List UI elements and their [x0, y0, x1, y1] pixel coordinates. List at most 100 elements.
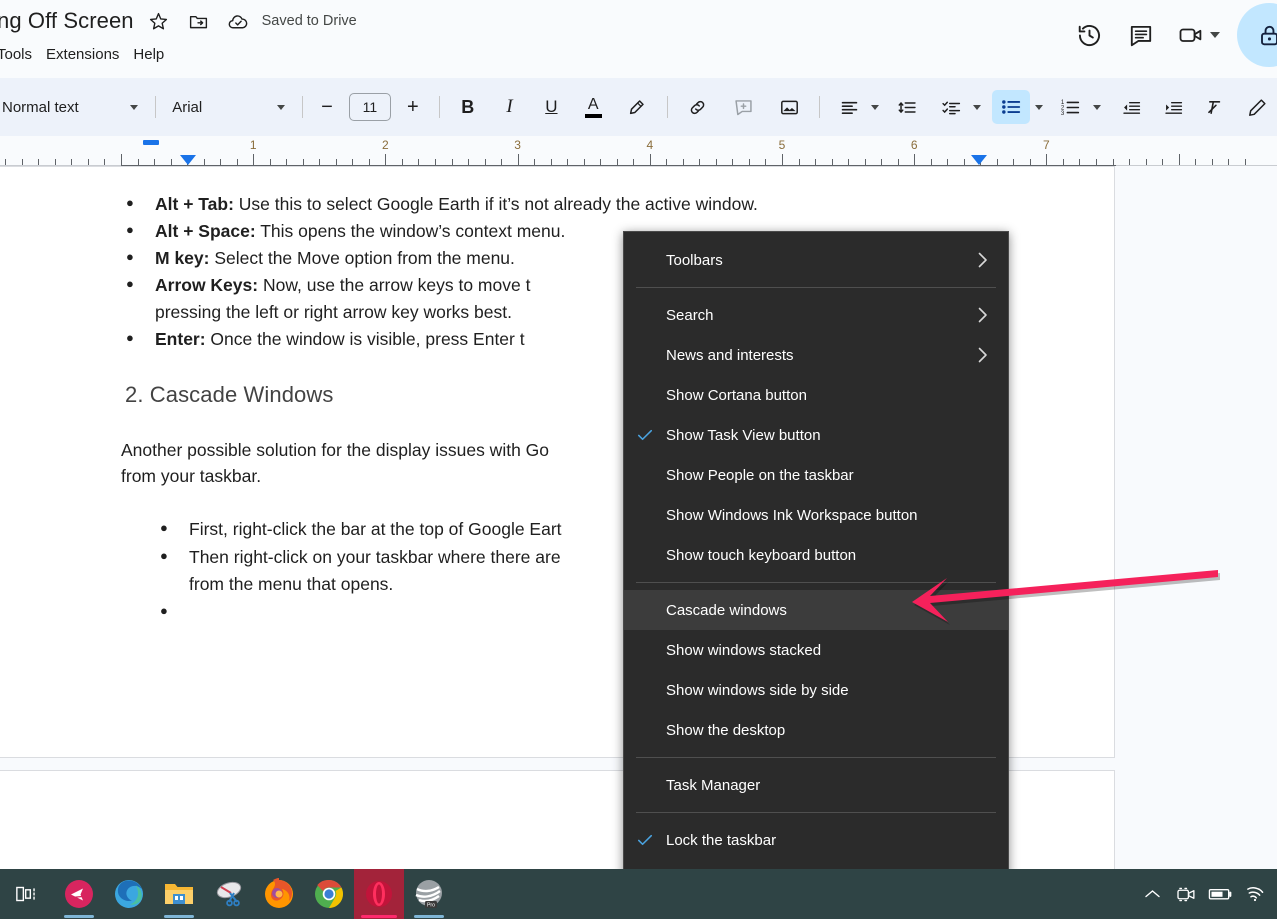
- chevron-down-icon: [130, 104, 139, 110]
- ruler-major-tick: [914, 154, 915, 165]
- show-hidden-icons-chevron[interactable]: [1135, 869, 1169, 919]
- google-earth-pro-icon[interactable]: Pro: [404, 869, 454, 919]
- google-chrome-icon[interactable]: [304, 869, 354, 919]
- chevron-down-icon[interactable]: [1092, 104, 1101, 110]
- cloud-saved-icon[interactable]: [224, 6, 254, 36]
- task-view-button[interactable]: [2, 869, 54, 919]
- bulleted-list-button[interactable]: [992, 90, 1030, 124]
- context-menu-item[interactable]: Show windows stacked: [624, 630, 1008, 670]
- context-menu-item[interactable]: Show Windows Ink Workspace button: [624, 495, 1008, 535]
- checklist-button[interactable]: [934, 90, 968, 124]
- ruler-minor-tick: [947, 159, 948, 165]
- video-camera-icon[interactable]: [1178, 20, 1220, 50]
- clear-formatting-button[interactable]: [1197, 90, 1233, 124]
- left-indent-marker[interactable]: [180, 155, 196, 165]
- right-indent-marker[interactable]: [971, 155, 987, 165]
- context-menu-item[interactable]: Show Cortana button: [624, 375, 1008, 415]
- context-menu-item[interactable]: Show touch keyboard button: [624, 535, 1008, 575]
- ruler-minor-tick: [418, 159, 419, 165]
- toolbar-divider: [155, 96, 157, 118]
- comment-icon[interactable]: [1126, 20, 1156, 50]
- ruler-minor-tick: [848, 159, 849, 165]
- menu-help[interactable]: Help: [126, 43, 171, 66]
- chevron-down-icon[interactable]: [1210, 32, 1220, 38]
- ruler-number: 5: [778, 138, 786, 152]
- svg-text:3: 3: [1061, 109, 1065, 116]
- bold-button[interactable]: B: [450, 90, 486, 124]
- version-history-icon[interactable]: [1074, 20, 1104, 50]
- line-spacing-button[interactable]: [890, 90, 924, 124]
- header-right-actions: [1063, 0, 1277, 70]
- context-menu-item[interactable]: Cascade windows: [624, 590, 1008, 630]
- text-color-button[interactable]: A: [575, 90, 611, 124]
- opera-icon[interactable]: [354, 869, 404, 919]
- context-menu-item[interactable]: Show Task View button: [624, 415, 1008, 455]
- decrease-indent-button[interactable]: [1114, 90, 1150, 124]
- context-menu-item[interactable]: Task Manager: [624, 765, 1008, 805]
- context-menu-item[interactable]: Show People on the taskbar: [624, 455, 1008, 495]
- star-icon[interactable]: [144, 6, 174, 36]
- ruler-minor-tick: [1212, 159, 1213, 165]
- highlight-color-button[interactable]: [619, 90, 655, 124]
- insert-image-button[interactable]: [771, 90, 807, 124]
- gom-player-icon[interactable]: [54, 869, 104, 919]
- move-to-folder-icon[interactable]: [184, 6, 214, 36]
- numbered-list-button[interactable]: 1 2 3: [1054, 90, 1088, 124]
- underline-button[interactable]: U: [533, 90, 569, 124]
- ruler-number: 6: [910, 138, 918, 152]
- battery-icon[interactable]: [1203, 869, 1237, 919]
- ruler-minor-tick: [452, 159, 453, 165]
- context-menu-item[interactable]: News and interests: [624, 335, 1008, 375]
- lock-icon[interactable]: [1237, 3, 1277, 67]
- firefox-icon[interactable]: [254, 869, 304, 919]
- font-family-dropdown[interactable]: Arial: [162, 90, 296, 124]
- context-menu-item-label: Show Windows Ink Workspace button: [666, 506, 918, 524]
- context-menu-item[interactable]: Search: [624, 295, 1008, 335]
- paragraph-style-dropdown[interactable]: Normal text: [0, 90, 149, 124]
- context-menu-item[interactable]: Toolbars: [624, 240, 1008, 280]
- page-title[interactable]: ing Off Screen: [0, 8, 134, 34]
- editing-mode-button[interactable]: [1239, 90, 1275, 124]
- file-explorer-icon[interactable]: [154, 869, 204, 919]
- add-comment-button[interactable]: [726, 90, 762, 124]
- menu-extensions[interactable]: Extensions: [39, 43, 126, 66]
- app-running-indicator: [361, 915, 397, 918]
- paragraph-line-1: Another possible solution for the displa…: [121, 439, 550, 460]
- chevron-down-icon[interactable]: [973, 104, 982, 110]
- document-ruler[interactable]: 1 2 3 4 5 6 7: [0, 136, 1277, 166]
- toolbar-divider: [819, 96, 821, 118]
- ruler-minor-tick: [22, 159, 23, 165]
- taskbar-context-menu[interactable]: Toolbars Search News and interests Show Cor…: [623, 231, 1009, 907]
- taskbar-apps: Pro: [0, 869, 454, 919]
- ruler-minor-tick: [567, 159, 568, 165]
- font-size-input[interactable]: 11: [349, 93, 391, 121]
- context-menu-item[interactable]: Lock the taskbar: [624, 820, 1008, 860]
- microsoft-edge-icon[interactable]: [104, 869, 154, 919]
- camera-tray-icon[interactable]: [1169, 869, 1203, 919]
- chevron-down-icon[interactable]: [871, 104, 880, 110]
- context-menu-item[interactable]: Show the desktop: [624, 710, 1008, 750]
- text-color-letter: A: [587, 95, 599, 113]
- menu-tools[interactable]: Tools: [0, 43, 39, 66]
- wifi-icon[interactable]: [1237, 869, 1271, 919]
- ruler-minor-tick: [584, 159, 585, 165]
- context-menu-item-label: Show touch keyboard button: [666, 546, 857, 564]
- ruler-minor-tick: [303, 159, 304, 165]
- insert-link-button[interactable]: [680, 90, 716, 124]
- align-button[interactable]: [832, 90, 866, 124]
- italic-button[interactable]: I: [492, 90, 528, 124]
- increase-font-size-button[interactable]: +: [399, 92, 427, 122]
- decrease-font-size-button[interactable]: −: [313, 92, 341, 122]
- ruler-major-tick: [782, 154, 783, 165]
- paragraph-line-2: from your taskbar.: [121, 466, 262, 486]
- context-menu-item-label: Lock the taskbar: [666, 831, 777, 849]
- first-line-indent-marker[interactable]: [143, 140, 159, 145]
- ruler-minor-tick: [336, 159, 337, 165]
- ruler-minor-tick: [732, 159, 733, 165]
- context-menu-item[interactable]: Show windows side by side: [624, 670, 1008, 710]
- increase-indent-button[interactable]: [1156, 90, 1192, 124]
- snipping-tool-icon[interactable]: [204, 869, 254, 919]
- chevron-down-icon[interactable]: [1034, 104, 1043, 110]
- ruler-minor-tick: [1228, 159, 1229, 165]
- ruler-minor-tick: [1195, 159, 1196, 165]
